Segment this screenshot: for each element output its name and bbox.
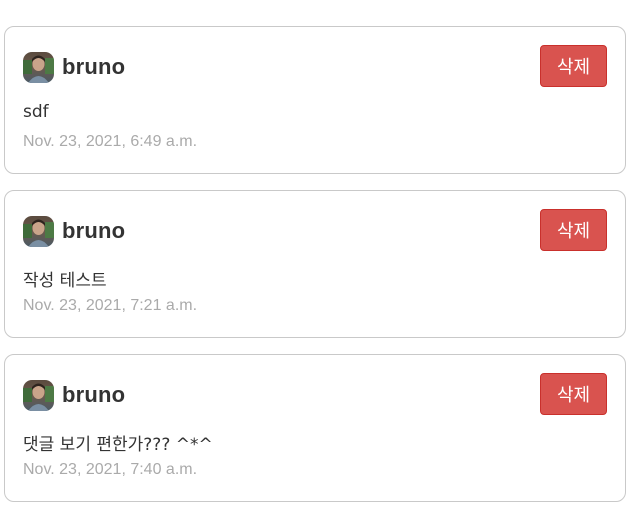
comment-body: 작성 테스트 (23, 271, 107, 291)
avatar[interactable] (23, 379, 54, 411)
delete-button[interactable]: 삭제 (540, 209, 607, 251)
comment-body: 댓글 보기 편한가??? ^*^ (23, 435, 213, 455)
comment-body: sdf (23, 102, 49, 122)
comment-card: bruno 삭제 sdf Nov. 23, 2021, 6:49 a.m. (4, 26, 626, 174)
comment-timestamp: Nov. 23, 2021, 7:21 a.m. (23, 297, 198, 314)
comment-card: bruno 삭제 댓글 보기 편한가??? ^*^ Nov. 23, 2021,… (4, 354, 626, 502)
comment-author-name: bruno (62, 218, 126, 243)
avatar[interactable] (23, 51, 54, 83)
delete-button[interactable]: 삭제 (540, 373, 607, 415)
comment-author-name: bruno (62, 382, 126, 407)
comment-list: bruno 삭제 sdf Nov. 23, 2021, 6:49 a.m. br… (0, 0, 633, 529)
comment-timestamp: Nov. 23, 2021, 7:40 a.m. (23, 461, 198, 478)
comment-author-row: bruno (23, 215, 125, 247)
comment-author-row: bruno (23, 379, 125, 411)
delete-button[interactable]: 삭제 (540, 45, 607, 87)
avatar[interactable] (23, 215, 54, 247)
comment-author-name: bruno (62, 54, 126, 79)
comment-card: bruno 삭제 작성 테스트 Nov. 23, 2021, 7:21 a.m. (4, 190, 626, 338)
comment-timestamp: Nov. 23, 2021, 6:49 a.m. (23, 133, 198, 150)
comment-author-row: bruno (23, 51, 125, 83)
